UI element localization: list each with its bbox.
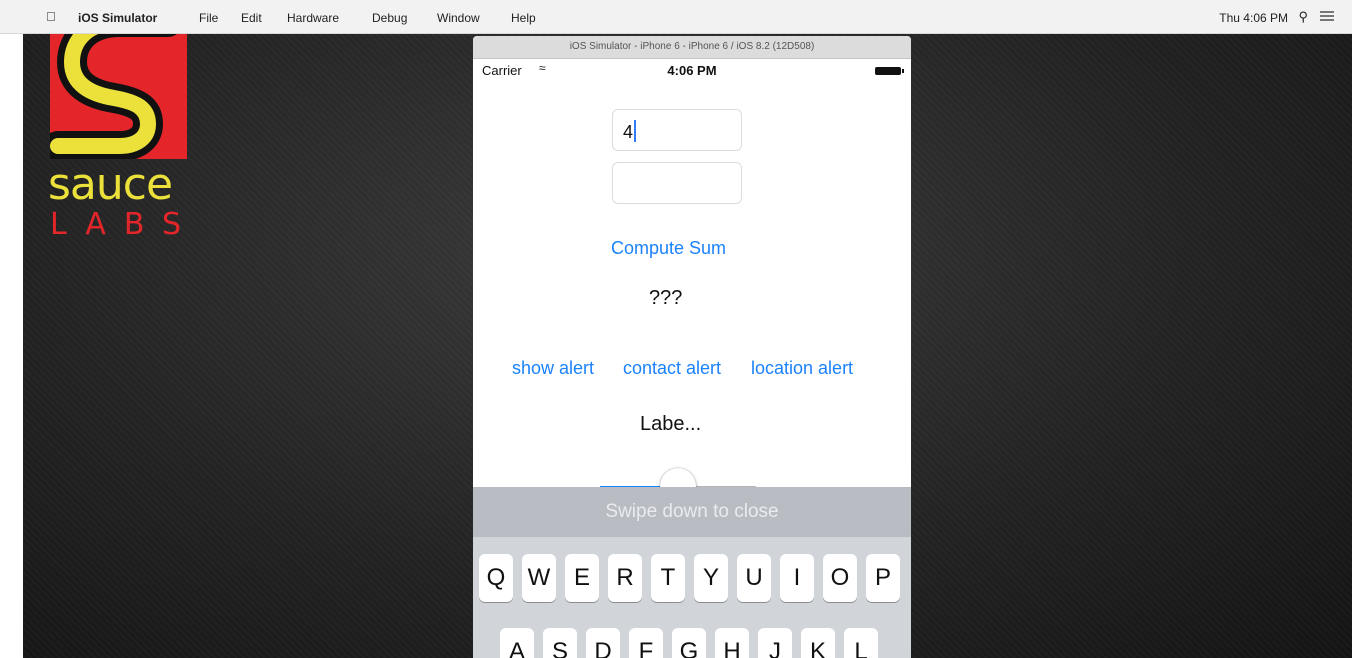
slider-label: Labe... xyxy=(640,413,702,435)
simulator-title[interactable]: iOS Simulator - iPhone 6 - iPhone 6 / iO… xyxy=(473,36,911,59)
spotlight-icon[interactable]: ⚲ xyxy=(1298,9,1308,25)
menu-window[interactable]: Window xyxy=(437,11,480,25)
key-r[interactable]: R xyxy=(608,554,642,602)
menu-debug[interactable]: Debug xyxy=(372,11,407,25)
simulator-window: iOS Simulator - iPhone 6 - iPhone 6 / iO… xyxy=(473,36,911,658)
status-time: 4:06 PM xyxy=(667,63,717,78)
location-alert-button[interactable]: location alert xyxy=(751,358,853,379)
battery-icon xyxy=(875,67,904,75)
key-e[interactable]: E xyxy=(565,554,599,602)
key-g[interactable]: G xyxy=(672,628,706,658)
key-w[interactable]: W xyxy=(522,554,556,602)
key-t[interactable]: T xyxy=(651,554,685,602)
key-u[interactable]: U xyxy=(737,554,771,602)
integer-b-field[interactable] xyxy=(612,162,742,204)
menu-bar:  iOS Simulator File Edit Hardware Debug… xyxy=(0,0,1352,34)
menu-hardware[interactable]: Hardware xyxy=(287,11,339,25)
compute-sum-button[interactable]: Compute Sum xyxy=(611,238,726,259)
key-l[interactable]: L xyxy=(844,628,878,658)
key-j[interactable]: J xyxy=(758,628,792,658)
sauce-labs-logo: sauce LABS xyxy=(48,34,187,244)
status-bar: Carrier ≈ 4:06 PM xyxy=(473,59,911,81)
integer-a-field[interactable]: 4 xyxy=(612,109,742,151)
menu-help[interactable]: Help xyxy=(511,11,536,25)
menu-clock[interactable]: Thu 4:06 PM xyxy=(1219,11,1288,25)
apple-icon[interactable]:  xyxy=(46,9,56,24)
menu-file[interactable]: File xyxy=(199,11,218,25)
key-i[interactable]: I xyxy=(780,554,814,602)
sauce-labs-word-sauce: sauce xyxy=(48,159,173,210)
integer-a-value: 4 xyxy=(623,122,634,142)
key-h[interactable]: H xyxy=(715,628,749,658)
notification-center-icon[interactable] xyxy=(1320,11,1334,21)
sauce-labs-s-mark xyxy=(50,34,187,159)
key-k[interactable]: K xyxy=(801,628,835,658)
iphone-screen: Carrier ≈ 4:06 PM 4 Compute Sum ??? show… xyxy=(473,59,911,658)
key-y[interactable]: Y xyxy=(694,554,728,602)
key-p[interactable]: P xyxy=(866,554,900,602)
show-alert-button[interactable]: show alert xyxy=(512,358,594,379)
key-f[interactable]: F xyxy=(629,628,663,658)
key-q[interactable]: Q xyxy=(479,554,513,602)
contact-alert-button[interactable]: contact alert xyxy=(623,358,721,379)
sauce-labs-word-labs: LABS xyxy=(50,207,200,242)
key-d[interactable]: D xyxy=(586,628,620,658)
key-s[interactable]: S xyxy=(543,628,577,658)
menu-app-name[interactable]: iOS Simulator xyxy=(78,11,157,25)
key-a[interactable]: A xyxy=(500,628,534,658)
text-cursor xyxy=(634,120,637,142)
key-o[interactable]: O xyxy=(823,554,857,602)
sum-result-label: ??? xyxy=(649,287,683,309)
on-screen-keyboard: Q W E R T Y U I O P A S D F G H J K L xyxy=(473,537,911,658)
menu-edit[interactable]: Edit xyxy=(241,11,262,25)
swipe-down-hint[interactable]: Swipe down to close xyxy=(473,487,911,537)
